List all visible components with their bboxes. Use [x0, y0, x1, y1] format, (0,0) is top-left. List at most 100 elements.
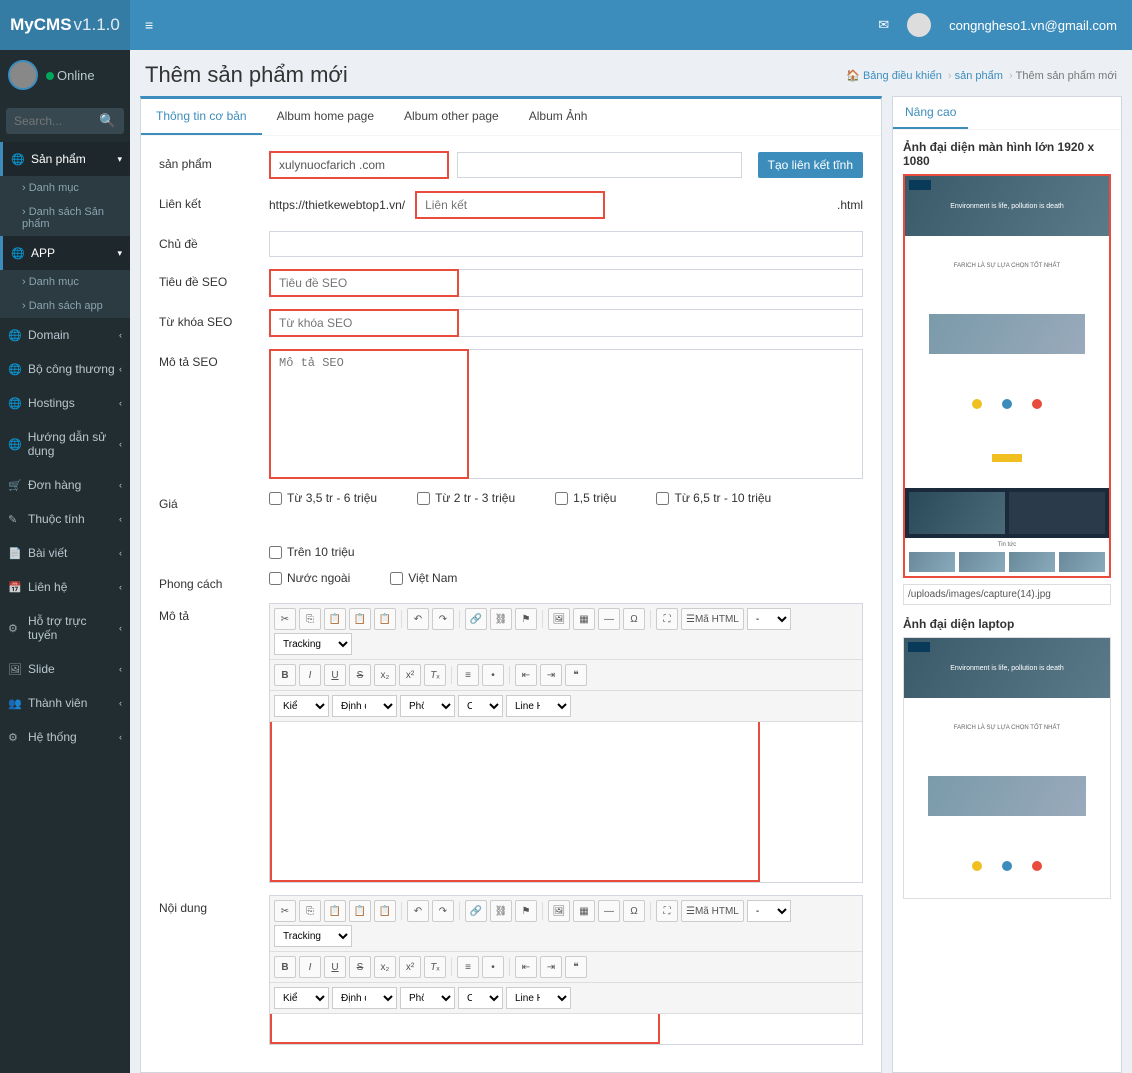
sidebar-sub-danh-muc[interactable]: › Danh mục — [0, 176, 130, 200]
superscript-icon[interactable]: x² — [399, 956, 421, 978]
seo-desc-textarea[interactable] — [269, 349, 469, 479]
lineheight-select[interactable]: Line Hei... — [506, 987, 571, 1009]
desc-editor-body[interactable] — [270, 722, 760, 882]
paste-icon[interactable]: 📋 — [324, 608, 346, 630]
paste-text-icon[interactable]: 📋 — [349, 900, 371, 922]
link-icon[interactable]: 🔗 — [465, 608, 487, 630]
link-input[interactable] — [415, 191, 605, 219]
paste-icon[interactable]: 📋 — [324, 900, 346, 922]
outdent-icon[interactable]: ⇤ — [515, 664, 537, 686]
product-input[interactable] — [269, 151, 449, 179]
hr-icon[interactable]: — — [598, 608, 620, 630]
italic-icon[interactable]: I — [299, 664, 321, 686]
paste-word-icon[interactable]: 📋 — [374, 900, 396, 922]
unlink-icon[interactable]: ⛓ — [490, 900, 512, 922]
tab-album-other[interactable]: Album other page — [389, 99, 514, 135]
numbered-list-icon[interactable]: ≡ — [457, 664, 479, 686]
anchor-icon[interactable]: ⚑ — [515, 900, 537, 922]
bulleted-list-icon[interactable]: • — [482, 956, 504, 978]
lineheight-select[interactable]: Line Hei... — [506, 695, 571, 717]
price-option-0[interactable]: Từ 3,5 tr - 6 triệu — [269, 491, 377, 505]
seo-title-input-ext[interactable] — [459, 269, 863, 297]
sidebar-item-bocongthuong[interactable]: 🌐Bộ công thương‹ — [0, 352, 130, 386]
special-char-icon[interactable]: Ω — [623, 900, 645, 922]
undo-icon[interactable]: ↶ — [407, 608, 429, 630]
tab-album-home[interactable]: Album home page — [262, 99, 389, 135]
underline-icon[interactable]: U — [324, 664, 346, 686]
font-select[interactable]: Phông — [400, 695, 455, 717]
size-select[interactable]: Cỡ... — [458, 987, 503, 1009]
sidebar-item-app[interactable]: 🌐APP▾ › Danh mục › Danh sách app — [0, 236, 130, 318]
styles-select[interactable]: Kiểu — [274, 987, 329, 1009]
bold-icon[interactable]: B — [274, 956, 296, 978]
sidebar-item-hethong[interactable]: ⚙Hệ thống‹ — [0, 720, 130, 754]
seo-kw-input-ext[interactable] — [459, 309, 863, 337]
tab-basic[interactable]: Thông tin cơ bản — [141, 99, 262, 135]
blockquote-icon[interactable]: ❝ — [565, 664, 587, 686]
style-option-0[interactable]: Nước ngoài — [269, 571, 350, 585]
sidebar-item-donhang[interactable]: 🛒Đơn hàng‹ — [0, 468, 130, 502]
table-icon[interactable]: ▦ — [573, 608, 595, 630]
price-option-4[interactable]: Trên 10 triệu — [269, 545, 355, 559]
side-tab-advanced[interactable]: Nâng cao — [893, 97, 968, 129]
tracking-select[interactable]: Tracking — [274, 633, 352, 655]
hr-icon[interactable]: — — [598, 900, 620, 922]
style-option-1[interactable]: Việt Nam — [390, 571, 457, 585]
sidebar-sub-app-danh-muc[interactable]: › Danh mục — [0, 270, 130, 294]
sidebar-search[interactable]: 🔍 — [6, 108, 124, 134]
blockquote-icon[interactable]: ❝ — [565, 956, 587, 978]
tracking-select[interactable]: Tracking — [274, 925, 352, 947]
content-editor-body[interactable] — [270, 1014, 660, 1044]
anchor-icon[interactable]: ⚑ — [515, 608, 537, 630]
create-static-link-button[interactable]: Tạo liên kết tĩnh — [758, 152, 863, 178]
unlink-icon[interactable]: ⛓ — [490, 608, 512, 630]
logo[interactable]: MyCMSv1.1.0 — [0, 0, 130, 50]
hamburger-icon[interactable]: ≡ — [130, 17, 168, 33]
seo-title-input[interactable] — [269, 269, 459, 297]
thumb-laptop[interactable]: Environment is life, pollution is death … — [903, 637, 1111, 899]
sidebar-item-hostings[interactable]: 🌐Hostings‹ — [0, 386, 130, 420]
styles-select[interactable]: Kiểu — [274, 695, 329, 717]
sidebar-sub-app-danh-sach[interactable]: › Danh sách app — [0, 294, 130, 318]
remove-format-icon[interactable]: Tₓ — [424, 664, 446, 686]
outdent-icon[interactable]: ⇤ — [515, 956, 537, 978]
tracking-mode-select[interactable]: - — [747, 900, 791, 922]
font-select[interactable]: Phông — [400, 987, 455, 1009]
italic-icon[interactable]: I — [299, 956, 321, 978]
bold-icon[interactable]: B — [274, 664, 296, 686]
user-email[interactable]: congngheso1.vn@gmail.com — [949, 18, 1117, 33]
copy-icon[interactable]: ⎘ — [299, 608, 321, 630]
topic-input[interactable] — [269, 231, 863, 257]
redo-icon[interactable]: ↷ — [432, 900, 454, 922]
underline-icon[interactable]: U — [324, 956, 346, 978]
sidebar-item-san-pham[interactable]: 🌐Sản phẩm▾ › Danh mục › Danh sách Sản ph… — [0, 142, 130, 236]
redo-icon[interactable]: ↷ — [432, 608, 454, 630]
table-icon[interactable]: ▦ — [573, 900, 595, 922]
size-select[interactable]: Cỡ... — [458, 695, 503, 717]
image-icon[interactable]: 🖼 — [548, 900, 570, 922]
sidebar-item-lienhe[interactable]: 📅Liên hệ‹ — [0, 570, 130, 604]
avatar[interactable] — [907, 13, 931, 37]
undo-icon[interactable]: ↶ — [407, 900, 429, 922]
indent-icon[interactable]: ⇥ — [540, 956, 562, 978]
sidebar-item-thanhvien[interactable]: 👥Thành viên‹ — [0, 686, 130, 720]
sidebar-item-hotro[interactable]: ⚙Hỗ trợ trực tuyến‹ — [0, 604, 130, 652]
tab-album-images[interactable]: Album Ảnh — [514, 99, 603, 135]
price-option-2[interactable]: 1,5 triệu — [555, 491, 616, 505]
sidebar-item-slide[interactable]: 🖼Slide‹ — [0, 652, 130, 686]
format-select[interactable]: Định dạng — [332, 695, 397, 717]
sidebar-item-huongdan[interactable]: 🌐Hướng dẫn sử dụng‹ — [0, 420, 130, 468]
subscript-icon[interactable]: x₂ — [374, 664, 396, 686]
numbered-list-icon[interactable]: ≡ — [457, 956, 479, 978]
subscript-icon[interactable]: x₂ — [374, 956, 396, 978]
link-icon[interactable]: 🔗 — [465, 900, 487, 922]
mail-icon[interactable]: ✉ — [878, 17, 889, 33]
sidebar-sub-danh-sach-sp[interactable]: › Danh sách Sản phẩm — [0, 200, 130, 236]
source-button[interactable]: ☰ Mã HTML — [681, 900, 744, 922]
price-option-3[interactable]: Từ 6,5 tr - 10 triệu — [656, 491, 771, 505]
indent-icon[interactable]: ⇥ — [540, 664, 562, 686]
special-char-icon[interactable]: Ω — [623, 608, 645, 630]
search-input[interactable] — [6, 108, 91, 134]
product-input-ext[interactable] — [457, 152, 742, 178]
seo-kw-input[interactable] — [269, 309, 459, 337]
